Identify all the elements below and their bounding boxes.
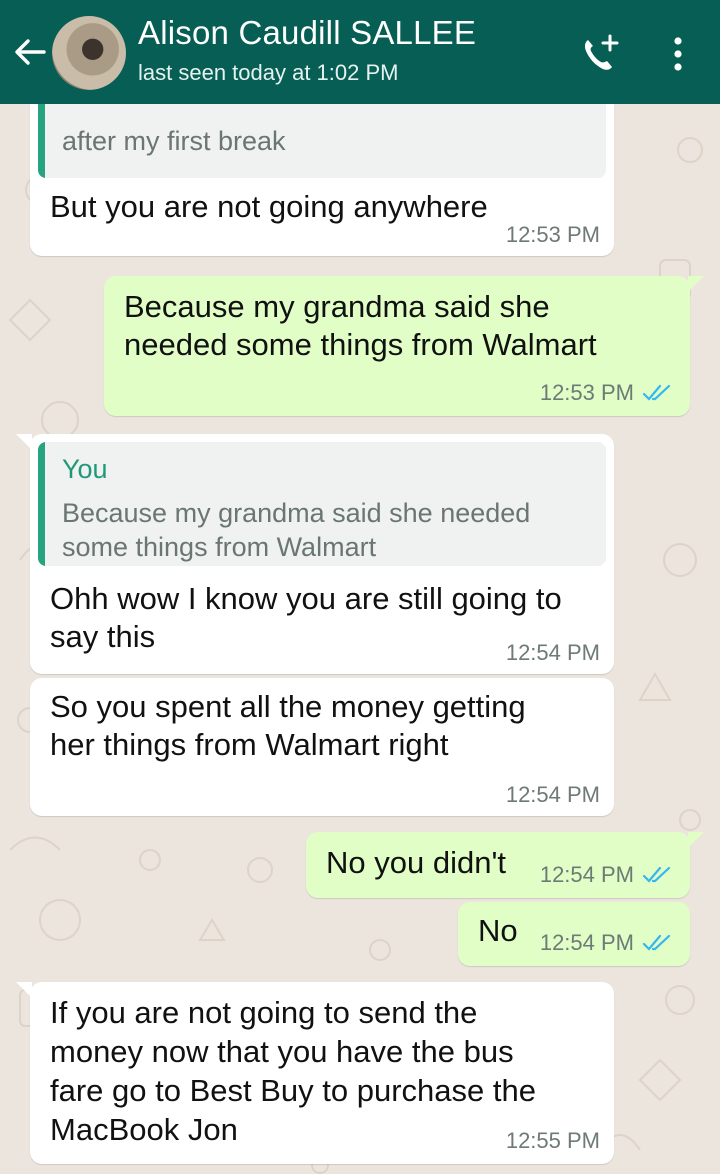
incoming-message[interactable]: If you are not going to send the money n… bbox=[30, 982, 614, 1164]
message-text: But you are not going anywhere bbox=[50, 189, 488, 224]
quoted-message[interactable]: after my first break bbox=[38, 104, 606, 178]
more-options-icon[interactable] bbox=[666, 34, 690, 74]
message-text: No bbox=[478, 913, 518, 948]
message-text-line2: her things from Walmart right bbox=[50, 727, 449, 762]
quote-text-line2: some things from Walmart bbox=[62, 532, 377, 562]
message-text-line2: needed some things from Walmart bbox=[124, 327, 597, 362]
message-text-line4: MacBook Jon bbox=[50, 1112, 238, 1147]
bubble-tail bbox=[16, 434, 32, 450]
message-text-line1: Ohh wow I know you are still going to bbox=[50, 581, 562, 616]
incoming-message[interactable]: You Because my grandma said she needed s… bbox=[30, 434, 614, 674]
message-time: 12:53 PM bbox=[505, 222, 600, 247]
message-text-line1: Because my grandma said she bbox=[124, 289, 550, 324]
message-text-line2: say this bbox=[50, 619, 156, 654]
bubble-tail bbox=[688, 832, 704, 848]
quoted-message[interactable]: You Because my grandma said she needed s… bbox=[38, 442, 606, 566]
message-time: 12:54 PM bbox=[539, 862, 634, 887]
incoming-message[interactable]: after my first break But you are not goi… bbox=[30, 104, 614, 256]
contact-name[interactable]: Alison Caudill SALLEE bbox=[138, 14, 476, 52]
outgoing-message[interactable]: No you didn't 12:54 PM bbox=[306, 832, 690, 898]
read-receipt-icon bbox=[642, 934, 671, 951]
quote-text: after my first break bbox=[62, 126, 286, 156]
chat-header: Alison Caudill SALLEE last seen today at… bbox=[0, 0, 720, 104]
incoming-message[interactable]: So you spent all the money getting her t… bbox=[30, 678, 614, 816]
message-time: 12:53 PM bbox=[539, 380, 634, 405]
read-receipt-icon bbox=[642, 866, 671, 883]
message-time: 12:55 PM bbox=[505, 1128, 600, 1153]
message-text-line2: money now that you have the bus bbox=[50, 1034, 514, 1069]
message-time: 12:54 PM bbox=[539, 930, 634, 955]
read-receipt-icon bbox=[642, 384, 671, 401]
message-text-line3: fare go to Best Buy to purchase the bbox=[50, 1073, 536, 1108]
message-time: 12:54 PM bbox=[505, 640, 600, 665]
bubble-tail bbox=[688, 276, 704, 292]
add-call-icon[interactable] bbox=[578, 32, 622, 76]
message-text-line1: If you are not going to send the bbox=[50, 995, 478, 1030]
message-text: No you didn't bbox=[326, 845, 506, 880]
last-seen-status: last seen today at 1:02 PM bbox=[138, 60, 399, 85]
message-list[interactable]: after my first break But you are not goi… bbox=[0, 104, 720, 1174]
quote-author: You bbox=[62, 454, 108, 484]
outgoing-message[interactable]: No 12:54 PM bbox=[458, 902, 690, 966]
quote-accent-bar bbox=[38, 442, 45, 566]
bubble-tail bbox=[16, 982, 32, 998]
message-time: 12:54 PM bbox=[505, 782, 600, 807]
back-arrow-icon[interactable] bbox=[10, 32, 50, 72]
contact-avatar[interactable] bbox=[52, 16, 126, 90]
quote-text-line1: Because my grandma said she needed bbox=[62, 498, 531, 528]
outgoing-message[interactable]: Because my grandma said she needed some … bbox=[104, 276, 690, 416]
message-text-line1: So you spent all the money getting bbox=[50, 689, 526, 724]
quote-accent-bar bbox=[38, 104, 45, 178]
